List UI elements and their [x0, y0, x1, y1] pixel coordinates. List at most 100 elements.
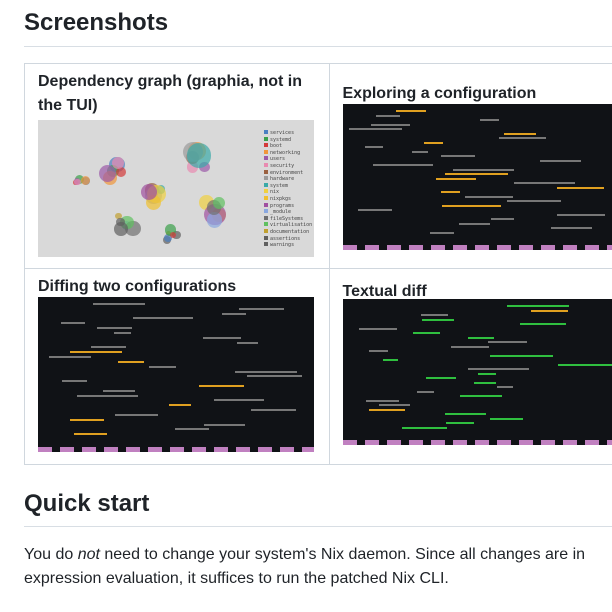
terminal-line: [169, 404, 192, 407]
terminal-line: [504, 132, 536, 135]
screenshots-table: Dependency graph (graphia, not in the TU…: [24, 63, 612, 465]
graph-cluster: [111, 157, 124, 170]
legend-item: security: [264, 162, 312, 170]
terminal-line: [376, 114, 400, 117]
cell-textual-diff: Textual diff: [328, 268, 612, 465]
legend-swatch: [264, 162, 268, 167]
terminal-line: [115, 413, 159, 416]
terminal-line: [370, 123, 410, 126]
terminal-line: [411, 150, 429, 153]
terminal-footer: [342, 245, 612, 250]
legend-swatch: [264, 136, 268, 141]
terminal-line: [49, 356, 92, 359]
terminal-line: [420, 314, 448, 316]
legend-swatch: [264, 176, 268, 181]
legend-item: users: [264, 156, 312, 163]
legend-item: nixpkgs: [264, 195, 312, 203]
graph-cluster: [81, 176, 91, 186]
terminal-footer: [342, 440, 612, 445]
terminal-line: [114, 331, 131, 334]
terminal-line: [250, 409, 297, 412]
dependency-graph-image[interactable]: services systemd boot networking users securi…: [38, 120, 314, 257]
legend-swatch: [264, 222, 268, 227]
terminal-line: [234, 370, 297, 373]
terminal-line: [479, 119, 500, 121]
terminal-line: [445, 413, 486, 415]
terminal-line: [477, 372, 497, 375]
terminal-line: [70, 351, 122, 354]
terminal-line: [453, 168, 514, 171]
exploring-configuration-image[interactable]: [342, 104, 612, 250]
terminal-line: [358, 327, 397, 330]
legend-swatch: [264, 149, 268, 154]
cell-dependency-graph: Dependency graph (graphia, not in the TU…: [24, 63, 330, 269]
terminal-line: [473, 381, 496, 384]
caption: Dependency graph (graphia, not in the TU…: [38, 73, 303, 114]
legend-swatch: [264, 215, 268, 220]
graph-legend: services systemd boot networking users securi…: [264, 130, 312, 249]
terminal-line: [550, 227, 592, 229]
terminal-line: [491, 218, 515, 220]
terminal-line: [444, 173, 509, 175]
legend-item: fileSystems: [264, 215, 312, 223]
terminal-line: [412, 332, 441, 334]
graph-cluster: [73, 178, 81, 186]
terminal-line: [468, 368, 530, 370]
terminal-footer: [38, 447, 314, 452]
textual-diff-image[interactable]: [342, 299, 612, 445]
terminal-line: [97, 327, 133, 330]
legend-swatch: [264, 228, 268, 233]
graph-cluster: [213, 196, 226, 209]
legend-item: _module: [264, 209, 312, 216]
terminal-line: [460, 395, 502, 397]
terminal-line: [358, 209, 392, 211]
diffing-configurations-image[interactable]: [38, 297, 314, 452]
terminal-line: [401, 426, 448, 429]
legend-item: assertions: [264, 235, 312, 243]
legend-item: system: [264, 182, 312, 190]
legend-swatch: [264, 202, 268, 207]
terminal-line: [133, 317, 193, 320]
terminal-line: [365, 146, 384, 148]
terminal-line: [416, 390, 435, 393]
legend-item: services: [264, 130, 312, 137]
terminal-line: [237, 341, 258, 344]
terminal-line: [499, 137, 547, 139]
terminal-line: [199, 384, 244, 387]
legend-item: boot: [264, 143, 312, 150]
legend-swatch: [264, 182, 268, 187]
terminal-line: [440, 155, 475, 157]
legend-swatch: [264, 209, 268, 214]
terminal-line: [530, 309, 568, 312]
terminal-line: [368, 350, 388, 352]
terminal-line: [73, 433, 108, 436]
terminal-line: [441, 204, 501, 207]
terminal-line: [422, 318, 455, 321]
terminal-line: [349, 128, 403, 130]
terminal-line: [520, 323, 566, 325]
terminal-line: [489, 417, 523, 420]
legend-swatch: [264, 169, 268, 174]
legend-item: systemd: [264, 136, 312, 144]
terminal-line: [203, 336, 241, 339]
terminal-line: [440, 191, 460, 193]
terminal-line: [435, 177, 476, 180]
terminal-line: [558, 363, 612, 366]
legend-swatch: [264, 156, 268, 161]
terminal-line: [69, 418, 105, 421]
terminal-line: [459, 222, 491, 225]
terminal-line: [468, 336, 494, 339]
terminal-line: [489, 354, 553, 357]
terminal-line: [557, 186, 605, 189]
terminal-line: [239, 307, 284, 310]
terminal-line: [149, 365, 176, 368]
legend-swatch: [264, 235, 268, 240]
terminal-line: [91, 346, 126, 349]
divider: [24, 46, 612, 47]
terminal-line: [497, 386, 514, 388]
legend-item: warnings: [264, 242, 312, 249]
legend-swatch: [264, 130, 268, 134]
terminal-line: [247, 375, 303, 378]
legend-item: programs: [264, 202, 312, 210]
terminal-line: [465, 195, 513, 198]
